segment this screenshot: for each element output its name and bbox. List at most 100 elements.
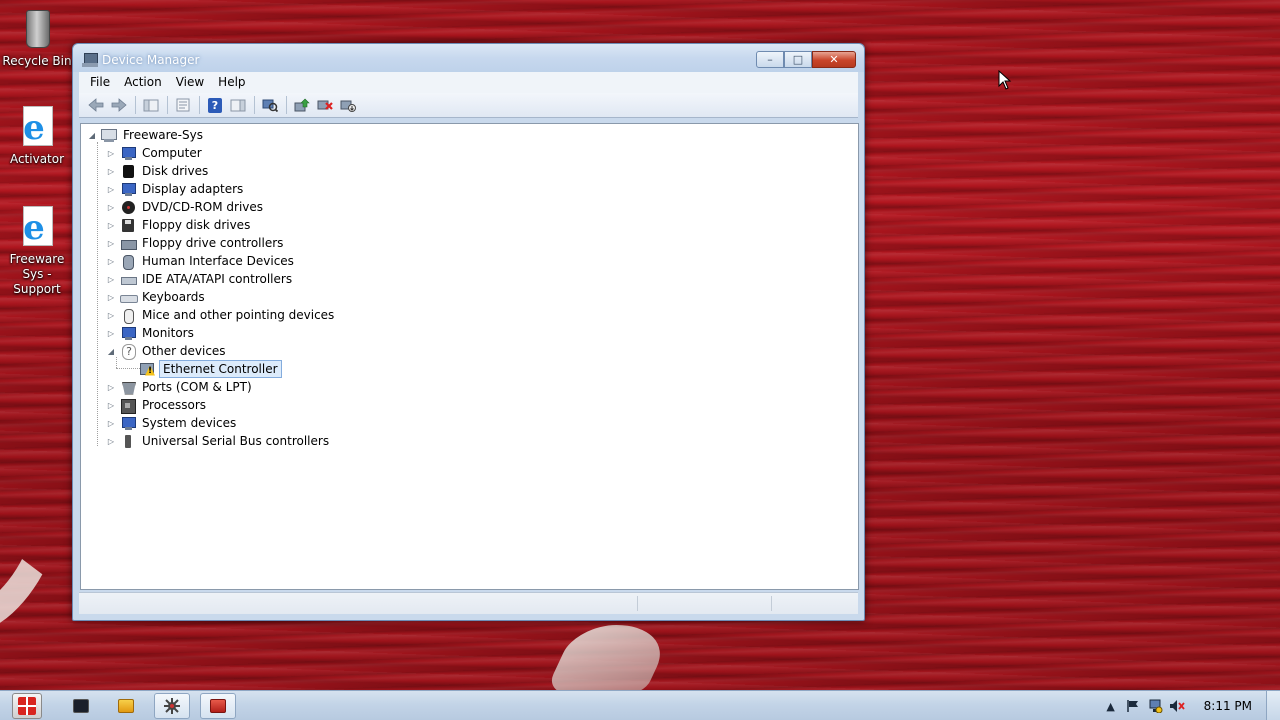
minimize-button[interactable]: – xyxy=(756,51,784,68)
menu-action[interactable]: Action xyxy=(117,72,169,93)
status-bar xyxy=(79,592,858,614)
internet-explorer-icon: e xyxy=(17,106,57,150)
tree-node-ports[interactable]: ▷ Ports (COM & LPT) xyxy=(106,378,254,396)
tree-node-floppy-disk-drives[interactable]: ▷ Floppy disk drives xyxy=(106,216,252,234)
scan-hardware-changes-icon[interactable] xyxy=(259,95,281,115)
tree-node-label: IDE ATA/ATAPI controllers xyxy=(142,272,293,286)
tree-node-processors[interactable]: ▷ Processors xyxy=(106,396,208,414)
warning-device-icon xyxy=(139,362,155,377)
display-adapter-icon xyxy=(120,182,136,197)
menu-file[interactable]: File xyxy=(83,72,117,93)
taskbar-app-device-manager[interactable] xyxy=(154,693,190,719)
hid-icon xyxy=(120,254,136,270)
expand-arrow-icon[interactable]: ▷ xyxy=(106,378,116,396)
tree-node-floppy-controllers[interactable]: ▷ Floppy drive controllers xyxy=(106,234,285,252)
uninstall-device-icon[interactable] xyxy=(314,95,336,115)
taskbar-clock[interactable]: 8:11 PM xyxy=(1204,699,1252,713)
show-action-pane-icon[interactable] xyxy=(227,95,249,115)
expand-arrow-icon[interactable]: ▷ xyxy=(106,270,116,288)
mouse-icon xyxy=(120,308,136,324)
collapse-arrow-icon[interactable]: ◢ xyxy=(106,342,116,360)
expand-arrow-icon[interactable]: ▷ xyxy=(106,306,116,324)
tree-node-usb-controllers[interactable]: ▷ Universal Serial Bus controllers xyxy=(106,432,331,450)
tree-node-keyboards[interactable]: ▷ Keyboards xyxy=(106,288,207,306)
show-hide-console-tree-icon[interactable] xyxy=(140,95,162,115)
processor-icon xyxy=(120,398,136,414)
expand-arrow-icon[interactable]: ▷ xyxy=(106,432,116,450)
status-divider xyxy=(637,596,638,611)
tree-node-hid[interactable]: ▷ Human Interface Devices xyxy=(106,252,296,270)
tree-node-computer[interactable]: ▷ Computer xyxy=(106,144,204,162)
tree-node-label: Universal Serial Bus controllers xyxy=(142,434,330,448)
toolbar-separator xyxy=(167,96,168,114)
expand-arrow-icon[interactable]: ▷ xyxy=(106,252,116,270)
keyboard-icon xyxy=(120,290,138,305)
tree-node-disk-drives[interactable]: ▷ Disk drives xyxy=(106,162,210,180)
expand-arrow-icon[interactable]: ▷ xyxy=(106,288,116,306)
system-tray: ▲ 8:11 PM xyxy=(1100,691,1280,720)
expand-arrow-icon[interactable]: ▷ xyxy=(106,396,116,414)
back-arrow-icon[interactable] xyxy=(85,95,107,115)
expand-arrow-icon[interactable]: ▷ xyxy=(106,324,116,342)
tree-node-dvd-drives[interactable]: ▷ DVD/CD-ROM drives xyxy=(106,198,265,216)
tree-node-label: Display adapters xyxy=(142,182,244,196)
expand-arrow-icon[interactable]: ▷ xyxy=(106,144,116,162)
desktop-icon-activator[interactable]: e Activator xyxy=(0,106,74,166)
volume-muted-icon[interactable] xyxy=(1169,698,1185,714)
show-hidden-icons-icon[interactable]: ▲ xyxy=(1103,698,1119,714)
tree-node-other-devices[interactable]: ◢ Other devices xyxy=(106,342,228,360)
tree-node-monitors[interactable]: ▷ Monitors xyxy=(106,324,196,342)
taskbar-app-utility[interactable] xyxy=(200,693,236,719)
tree-node-mice[interactable]: ▷ Mice and other pointing devices xyxy=(106,306,336,324)
help-icon[interactable]: ? xyxy=(204,95,226,115)
expand-arrow-icon[interactable]: ▷ xyxy=(106,180,116,198)
tree-node-label: Processors xyxy=(142,398,207,412)
tree-node-display-adapters[interactable]: ▷ Display adapters xyxy=(106,180,245,198)
desktop-icon-recycle-bin[interactable]: Recycle Bin xyxy=(0,8,74,68)
properties-icon[interactable] xyxy=(172,95,194,115)
menu-help[interactable]: Help xyxy=(211,72,252,93)
taskbar-app-media[interactable] xyxy=(108,693,144,719)
device-manager-taskbar-icon xyxy=(164,698,180,714)
usb-icon xyxy=(120,434,136,449)
tree-node-ethernet-controller[interactable]: Ethernet Controller xyxy=(139,360,282,378)
tree-node-label: Computer xyxy=(142,146,202,160)
show-desktop-button[interactable] xyxy=(1266,691,1280,720)
collapse-arrow-icon[interactable]: ◢ xyxy=(87,126,97,144)
start-button[interactable] xyxy=(12,693,42,719)
device-manager-icon xyxy=(82,53,98,67)
forward-arrow-icon[interactable] xyxy=(108,95,130,115)
menu-view[interactable]: View xyxy=(169,72,211,93)
windows-logo-icon xyxy=(18,697,36,715)
utility-app-icon xyxy=(210,699,226,713)
menu-bar: File Action View Help xyxy=(79,72,858,93)
tree-node-root[interactable]: ◢ Freeware-Sys xyxy=(87,126,205,144)
tree-node-ide-controllers[interactable]: ▷ IDE ATA/ATAPI controllers xyxy=(106,270,294,288)
recycle-bin-icon xyxy=(17,8,57,52)
expand-arrow-icon[interactable]: ▷ xyxy=(106,414,116,432)
desktop-icon-freeware-support[interactable]: e Freeware Sys - Support xyxy=(0,206,74,297)
toolbar-separator xyxy=(135,96,136,114)
tree-node-system-devices[interactable]: ▷ System devices xyxy=(106,414,238,432)
tree-node-label: Other devices xyxy=(142,344,226,358)
tree-node-label: System devices xyxy=(142,416,237,430)
expand-arrow-icon[interactable]: ▷ xyxy=(106,198,116,216)
taskbar-app-console[interactable] xyxy=(63,693,99,719)
title-bar[interactable]: Device Manager – □ ✕ xyxy=(73,44,864,72)
device-tree: ◢ Freeware-Sys ▷ Computer ▷ Disk drives … xyxy=(80,123,859,590)
toolbar-separator xyxy=(254,96,255,114)
disable-device-icon[interactable] xyxy=(337,95,359,115)
computer-icon xyxy=(101,128,117,143)
expand-arrow-icon[interactable]: ▷ xyxy=(106,162,116,180)
media-player-icon xyxy=(118,699,134,713)
update-driver-icon[interactable] xyxy=(291,95,313,115)
internet-explorer-icon: e xyxy=(17,206,57,250)
expand-arrow-icon[interactable]: ▷ xyxy=(106,216,116,234)
action-center-flag-icon[interactable] xyxy=(1125,698,1141,714)
desktop-icon-label: Freeware Sys - Support xyxy=(9,252,65,296)
close-button[interactable]: ✕ xyxy=(812,51,856,68)
expand-arrow-icon[interactable]: ▷ xyxy=(106,234,116,252)
maximize-button[interactable]: □ xyxy=(784,51,812,68)
network-icon[interactable] xyxy=(1147,698,1163,714)
floppy-controller-icon xyxy=(120,236,137,251)
